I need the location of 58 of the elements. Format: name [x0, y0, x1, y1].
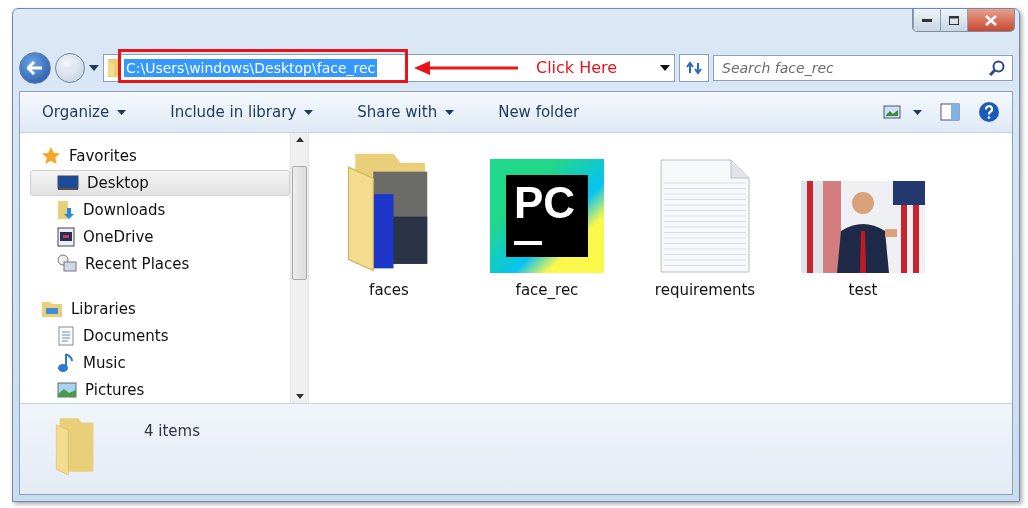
address-path: C:\Users\windows\Desktop\face_rec: [124, 59, 378, 77]
logo-text: PC: [514, 178, 576, 227]
scroll-down-icon: [295, 394, 304, 399]
music-note-icon: [57, 353, 75, 373]
history-caret-icon[interactable]: [89, 65, 99, 71]
search-field[interactable]: Search face_rec: [713, 55, 1013, 81]
file-name[interactable]: requirements: [654, 281, 756, 299]
window-icon: [57, 227, 75, 247]
nav-item[interactable]: Pictures: [30, 377, 290, 403]
caret-icon: [913, 109, 922, 115]
refresh-icon: [686, 61, 702, 75]
dropdown-caret-icon[interactable]: [660, 65, 670, 71]
scrollbar[interactable]: [290, 133, 308, 403]
back-arrow-icon: [27, 61, 43, 75]
clock-computer-icon: [57, 254, 77, 274]
maximize-icon: [949, 15, 959, 25]
folder-icon: [108, 58, 118, 78]
nav-item[interactable]: Downloads: [30, 197, 290, 223]
file-name[interactable]: test: [848, 281, 878, 299]
download-folder-icon: [57, 200, 75, 220]
text-file-icon: [660, 159, 750, 273]
minimize-button[interactable]: [913, 9, 940, 31]
nav-item[interactable]: Desktop: [30, 170, 290, 196]
view-button[interactable]: [883, 105, 922, 119]
library-icon: [41, 300, 63, 318]
file-name[interactable]: faces: [369, 281, 409, 299]
caret-icon: [117, 109, 127, 115]
document-icon: [57, 326, 75, 346]
toolbar-button[interactable]: Organize: [40, 99, 129, 125]
item-count: 4 items: [144, 422, 200, 442]
nav-item[interactable]: OneDrive: [30, 224, 290, 250]
toolbar-button[interactable]: Include in library: [168, 99, 316, 125]
maximize-button[interactable]: [940, 9, 967, 31]
close-icon: [985, 14, 997, 26]
file-name[interactable]: face_rec: [515, 281, 579, 299]
caret-icon: [445, 109, 455, 115]
annotation-text: Click Here: [536, 58, 618, 77]
toolbar-button[interactable]: Share with: [355, 99, 457, 125]
monitor-icon: [57, 175, 79, 191]
view-icon: [883, 105, 901, 119]
nav-item[interactable]: Music: [30, 350, 290, 376]
search-icon: [989, 60, 1005, 76]
minimize-icon: [922, 18, 932, 22]
help-icon[interactable]: [978, 101, 1000, 123]
scroll-thumb[interactable]: [292, 166, 307, 280]
image-icon: [57, 382, 77, 398]
preview-pane-icon[interactable]: [940, 103, 960, 121]
back-button[interactable]: [19, 52, 51, 84]
nav-item[interactable]: Recent Places: [30, 251, 290, 277]
nav-item[interactable]: Documents: [30, 323, 290, 349]
refresh-button[interactable]: [679, 54, 709, 82]
star-icon: [41, 146, 61, 166]
nav-group-header[interactable]: Libraries: [30, 296, 290, 322]
toolbar-button[interactable]: New folder: [496, 99, 582, 125]
scroll-up-icon: [295, 137, 304, 142]
caret-icon: [304, 109, 314, 115]
close-button[interactable]: [967, 9, 1014, 31]
nav-group-header[interactable]: Favorites: [30, 143, 290, 169]
